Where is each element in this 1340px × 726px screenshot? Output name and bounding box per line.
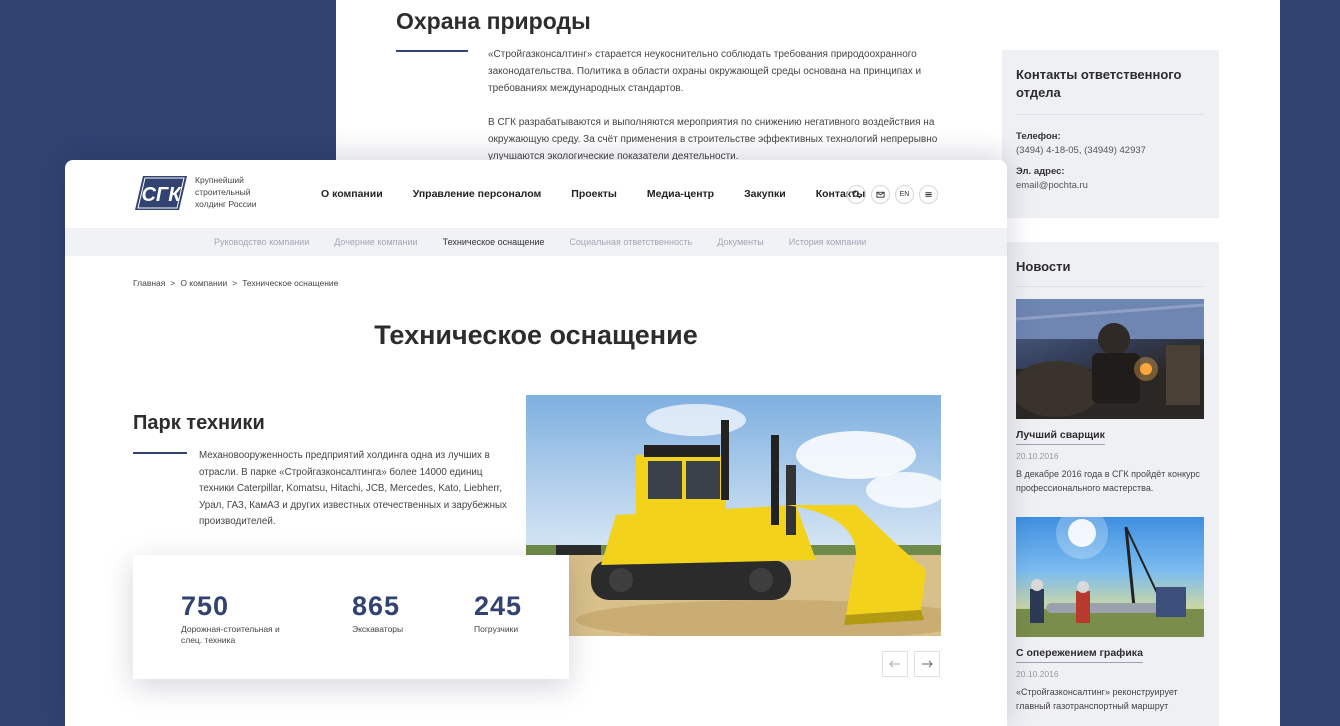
news-item-date: 20.10.2016 [1016,669,1059,679]
subnav-item-subsidiaries[interactable]: Дочерние компании [334,237,417,247]
bg-paragraph-2: В СГК разрабатываются и выполняются меро… [488,117,938,162]
phone-label: Телефон: [1016,131,1061,142]
nav-item-personnel[interactable]: Управление персоналом [413,188,542,200]
stat-number: 245 [474,591,523,621]
stat-label: Дорожная-стоительная и слец. техника [181,624,280,645]
stat-number: 865 [352,591,401,621]
breadcrumb: Главная > О компании > Техническое оснащ… [133,278,338,288]
header-icons: EN [847,185,938,204]
news-item-date: 20.10.2016 [1016,451,1059,461]
contacts-card: Контакты ответственного отдела Телефон: … [1002,50,1219,218]
bg-page-title: Охрана природы [396,8,591,34]
news-item-title[interactable]: С опережением графика [1016,647,1143,663]
breadcrumb-home[interactable]: Главная [133,278,165,288]
prev-slide-button[interactable] [882,651,908,677]
company-tagline: Крупнейший строительный холдинг России [195,175,257,209]
search-button[interactable] [847,185,866,204]
lang-switch-button[interactable]: EN [895,185,914,204]
bulldozer-image [526,395,941,636]
breadcrumb-current: Техническое оснащение [242,278,339,288]
news-item-text: В декабре 2016 года в СГК пройдёт конкур… [1016,469,1200,493]
contacts-title: Контакты ответственного отдела [1016,67,1182,100]
breadcrumb-about[interactable]: О компании [180,278,227,288]
subnav-item-social[interactable]: Социальная ответственность [569,237,692,247]
nav-item-procurement[interactable]: Закупки [744,188,786,200]
page-title: Техническое оснащение [374,320,698,350]
search-icon [852,190,861,199]
stat-number: 750 [181,591,230,621]
menu-icon [925,192,932,197]
next-slide-button[interactable] [914,651,940,677]
bulldozer-photo [526,395,941,636]
news-item[interactable]: Лучший сварщик 20.10.2016 В декабре 2016… [1016,299,1205,495]
phone-value[interactable]: (3494) 4-18-05, (34949) 42937 [1016,145,1205,156]
stat-loaders: 245 Погрузчики [474,591,522,635]
stat-label: Экскаваторы [352,624,404,634]
nav-item-media[interactable]: Медиа-центр [647,188,714,200]
news-image-welder[interactable] [1016,299,1204,419]
welder-image [1016,299,1204,419]
slider-arrows [882,651,940,677]
sgk-logo[interactable]: СГК [135,174,187,212]
breadcrumb-separator: > [170,278,176,288]
news-title: Новости [1016,259,1071,274]
section-title: Парк техники [133,412,265,434]
divider [1016,286,1205,287]
email-value[interactable]: email@pochta.ru [1016,180,1205,191]
foreground-page: СГК Крупнейший строительный холдинг Росс… [65,160,1007,726]
section-underline [133,452,187,454]
news-image-pipeline[interactable] [1016,517,1204,637]
stat-road-equipment: 750 Дорожная-стоительная и слец. техника [181,591,301,646]
stats-card: 750 Дорожная-стоительная и слец. техника… [133,555,569,679]
nav-item-about[interactable]: О компании [321,188,383,200]
title-underline [396,50,468,52]
mail-button[interactable] [871,185,890,204]
subnav-item-history[interactable]: История компании [789,237,867,247]
news-item-text: «Стройгазконсалтинг» реконструирует глав… [1016,687,1178,711]
main-nav: О компании Управление персоналом Проекты… [321,188,865,200]
mail-icon [876,191,885,198]
news-item[interactable]: С опережением графика 20.10.2016 «Стройг… [1016,517,1205,713]
bg-page-text: «Стройгазконсалтинг» старается неукоснит… [488,46,958,165]
sub-nav: Руководство компании Дочерние компании Т… [65,228,1007,256]
site-header: СГК Крупнейший строительный холдинг Росс… [65,160,1007,228]
arrow-right-icon [922,660,933,668]
subnav-item-documents[interactable]: Документы [717,237,763,247]
subnav-item-equipment[interactable]: Техническое оснащение [443,237,545,247]
subnav-item-management[interactable]: Руководство компании [214,237,309,247]
news-item-title[interactable]: Лучший сварщик [1016,429,1105,445]
breadcrumb-separator: > [232,278,238,288]
stat-excavators: 865 Экскаваторы [352,591,403,635]
bg-paragraph-1: «Стройгазконсалтинг» старается неукоснит… [488,49,922,94]
email-label: Эл. адрес: [1016,166,1065,177]
arrow-left-icon [889,660,900,668]
divider [1016,114,1205,115]
pipeline-image [1016,517,1204,637]
section-text: Механовооруженность предприятий холдинга… [199,450,507,527]
nav-item-projects[interactable]: Проекты [571,188,617,200]
stat-label: Погрузчики [474,624,519,634]
logo-icon: СГК [135,176,187,210]
news-card: Новости Лучший сварщик 20.10.2016 В дека [1002,242,1219,726]
menu-button[interactable] [919,185,938,204]
logo-text: СГК [141,184,182,206]
